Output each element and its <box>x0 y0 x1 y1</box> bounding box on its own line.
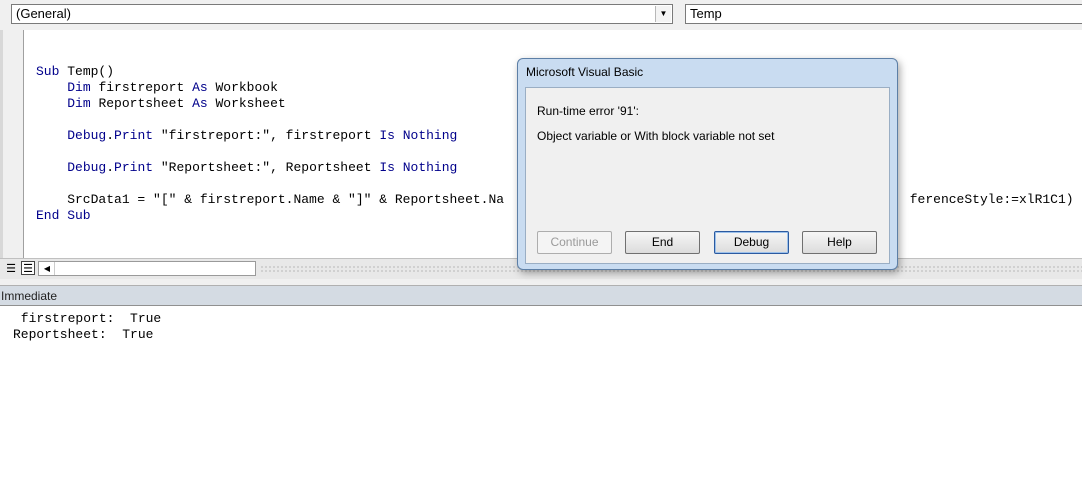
code-token: . <box>106 128 115 143</box>
procedure-view-icon[interactable]: ☰ <box>4 261 18 275</box>
immediate-output[interactable]: firstreport: True Reportsheet: True <box>13 311 161 343</box>
code-token: "Reportsheet:", Reportsheet <box>153 160 380 175</box>
procedure-combo[interactable]: Temp <box>685 4 1082 24</box>
object-combo[interactable]: (General) ▼ <box>11 4 673 24</box>
chevron-down-icon[interactable]: ▼ <box>655 6 671 22</box>
code-token: Workbook <box>215 80 278 95</box>
code-keyword: As <box>192 80 216 95</box>
code-keyword: Debug <box>67 160 107 175</box>
runtime-error-dialog: Microsoft Visual Basic Run-time error '9… <box>517 58 898 270</box>
code-keyword: Dim <box>67 80 99 95</box>
dialog-title: Microsoft Visual Basic <box>526 65 644 79</box>
immediate-window[interactable]: firstreport: True Reportsheet: True <box>0 305 1082 503</box>
code-keyword: Sub <box>36 64 68 79</box>
code-keyword: Is Nothing <box>379 160 458 175</box>
code-token: . <box>106 160 115 175</box>
code-keyword: Debug <box>67 128 107 143</box>
scroll-left-icon[interactable]: ◀ <box>40 262 55 275</box>
code-token: SrcData1 = "[" & firstreport.Name & "]" … <box>36 192 505 207</box>
code-token: "firstreport:", firstreport <box>153 128 380 143</box>
code-token: Reportsheet <box>98 96 193 111</box>
procedure-combo-value: Temp <box>690 6 722 21</box>
code-token: Worksheet <box>215 96 286 111</box>
immediate-line: firstreport: True <box>13 311 162 326</box>
horizontal-scrollbar[interactable]: ◀ <box>38 261 256 276</box>
code-token: Temp() <box>67 64 115 79</box>
code-token: ferenceStyle:=xlR1C1) <box>909 192 1074 207</box>
code-keyword: Print <box>114 160 154 175</box>
code-keyword: Dim <box>67 96 99 111</box>
dialog-body: Run-time error '91': Object variable or … <box>525 87 890 264</box>
code-keyword: Print <box>114 128 154 143</box>
error-number: Run-time error '91': <box>537 104 639 118</box>
help-button[interactable]: Help <box>802 231 877 254</box>
code-keyword: Is Nothing <box>379 128 458 143</box>
continue-button[interactable]: Continue <box>537 231 612 254</box>
code-keyword: As <box>192 96 216 111</box>
code-window-toolbar: (General) ▼ Temp <box>0 0 1082 31</box>
end-button[interactable]: End <box>625 231 700 254</box>
object-combo-value: (General) <box>16 6 71 21</box>
immediate-line: Reportsheet: True <box>13 327 154 342</box>
error-message: Object variable or With block variable n… <box>537 129 775 143</box>
debug-button[interactable]: Debug <box>714 231 789 254</box>
immediate-window-title: Immediate <box>0 285 1082 305</box>
code-keyword: End Sub <box>36 208 91 223</box>
margin-indicator-bar[interactable] <box>3 30 24 258</box>
code-token: firstreport <box>98 80 193 95</box>
full-module-view-icon[interactable]: ☰ <box>21 261 35 275</box>
